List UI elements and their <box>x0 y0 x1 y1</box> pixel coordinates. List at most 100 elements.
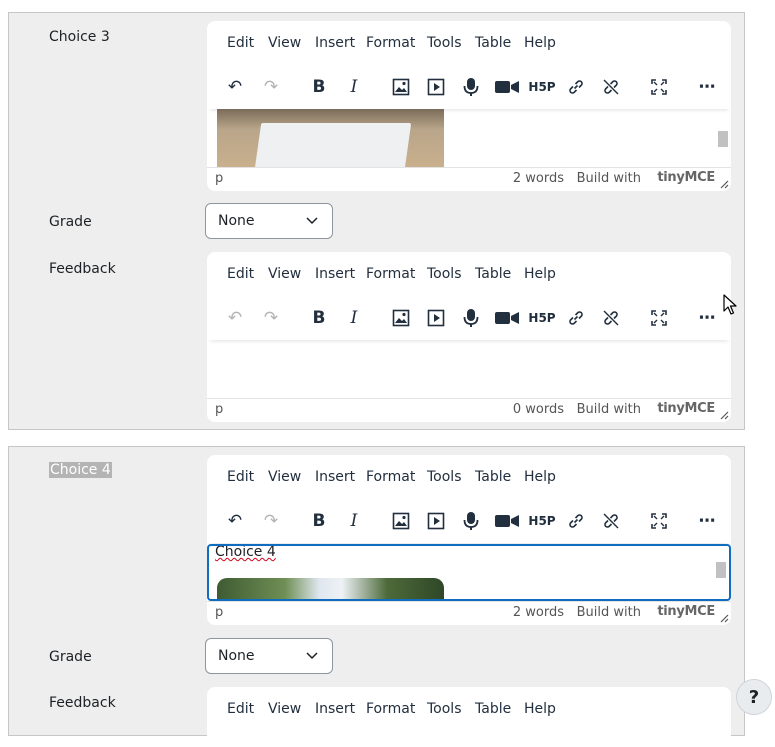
menu-help[interactable]: Help <box>524 469 556 485</box>
image-icon[interactable] <box>391 77 411 97</box>
word-count[interactable]: 0 words <box>513 402 564 417</box>
menu-format[interactable]: Format <box>366 35 415 51</box>
grade-select[interactable]: None <box>205 203 333 239</box>
redo-icon[interactable]: ↷ <box>261 77 281 97</box>
menu-view[interactable]: View <box>268 35 301 51</box>
word-count[interactable]: 2 words <box>513 605 564 620</box>
editor-menubar: Edit View Insert Format Tools Table Help <box>207 687 731 731</box>
menu-table[interactable]: Table <box>475 35 511 51</box>
resize-handle-icon[interactable] <box>720 411 729 420</box>
link-icon[interactable] <box>566 308 586 328</box>
record-video-icon[interactable] <box>494 77 520 97</box>
menu-table[interactable]: Table <box>475 469 511 485</box>
editor-toolbar: ↶ ↷ B I H5P ⋯ <box>207 296 731 340</box>
help-button[interactable]: ? <box>736 679 772 715</box>
menu-tools[interactable]: Tools <box>427 701 462 717</box>
undo-icon[interactable]: ↶ <box>225 511 245 531</box>
menu-insert[interactable]: Insert <box>315 469 355 485</box>
italic-icon[interactable]: I <box>344 77 364 97</box>
italic-icon[interactable]: I <box>344 308 364 328</box>
menu-edit[interactable]: Edit <box>227 701 254 717</box>
italic-icon[interactable]: I <box>344 511 364 531</box>
choice-4-content-area[interactable]: Choice 4 <box>207 544 731 601</box>
menu-edit[interactable]: Edit <box>227 35 254 51</box>
editor-statusbar: p 2 words Build with tinyMCE <box>207 167 731 191</box>
tinymce-logo[interactable]: tinyMCE <box>657 170 715 185</box>
bold-icon[interactable]: B <box>309 308 329 328</box>
menu-format[interactable]: Format <box>366 469 415 485</box>
redo-icon[interactable]: ↷ <box>261 511 281 531</box>
fullscreen-icon[interactable] <box>649 77 669 97</box>
grade-select-value: None <box>218 213 255 229</box>
link-icon[interactable] <box>566 77 586 97</box>
menu-insert[interactable]: Insert <box>315 35 355 51</box>
h5p-icon[interactable]: H5P <box>528 511 555 531</box>
unlink-icon[interactable] <box>601 511 621 531</box>
menu-table[interactable]: Table <box>475 701 511 717</box>
record-audio-icon[interactable] <box>461 511 481 531</box>
bold-icon[interactable]: B <box>309 77 329 97</box>
more-icon[interactable]: ⋯ <box>697 77 717 97</box>
bold-icon[interactable]: B <box>309 511 329 531</box>
grade-select[interactable]: None <box>205 638 333 674</box>
menu-edit[interactable]: Edit <box>227 266 254 282</box>
menu-tools[interactable]: Tools <box>427 35 462 51</box>
record-video-icon[interactable] <box>494 308 520 328</box>
image-icon[interactable] <box>391 308 411 328</box>
redo-icon[interactable]: ↷ <box>261 308 281 328</box>
menu-format[interactable]: Format <box>366 701 415 717</box>
editor-menubar: Edit View Insert Format Tools Table Help <box>207 455 731 499</box>
more-icon[interactable]: ⋯ <box>697 308 717 328</box>
element-path[interactable]: p <box>215 605 223 620</box>
media-icon[interactable] <box>426 77 446 97</box>
feedback-content-area[interactable] <box>207 340 731 398</box>
media-icon[interactable] <box>426 511 446 531</box>
unlink-icon[interactable] <box>601 308 621 328</box>
menu-format[interactable]: Format <box>366 266 415 282</box>
editor-statusbar: p 2 words Build with tinyMCE <box>207 601 731 625</box>
menu-help[interactable]: Help <box>524 35 556 51</box>
menu-tools[interactable]: Tools <box>427 469 462 485</box>
menu-view[interactable]: View <box>268 701 301 717</box>
tinymce-logo[interactable]: tinyMCE <box>657 401 715 416</box>
menu-view[interactable]: View <box>268 469 301 485</box>
editor-menubar: Edit View Insert Format Tools Table Help <box>207 252 731 296</box>
undo-icon[interactable]: ↶ <box>225 77 245 97</box>
menu-view[interactable]: View <box>268 266 301 282</box>
link-icon[interactable] <box>566 511 586 531</box>
choice-3-content-area[interactable] <box>207 109 731 167</box>
menu-insert[interactable]: Insert <box>315 701 355 717</box>
menu-tools[interactable]: Tools <box>427 266 462 282</box>
record-audio-icon[interactable] <box>461 77 481 97</box>
image-icon[interactable] <box>391 511 411 531</box>
content-scrollbar[interactable] <box>714 109 731 167</box>
media-icon[interactable] <box>426 308 446 328</box>
record-video-icon[interactable] <box>494 511 520 531</box>
chevron-down-icon <box>306 652 318 660</box>
choice-4-editor: Edit View Insert Format Tools Table Help… <box>207 455 731 625</box>
element-path[interactable]: p <box>215 171 223 186</box>
grade-label: Grade <box>49 649 92 665</box>
element-path[interactable]: p <box>215 402 223 417</box>
fullscreen-icon[interactable] <box>649 308 669 328</box>
menu-help[interactable]: Help <box>524 266 556 282</box>
h5p-icon[interactable]: H5P <box>528 77 555 97</box>
unlink-icon[interactable] <box>601 77 621 97</box>
fullscreen-icon[interactable] <box>649 511 669 531</box>
undo-icon[interactable]: ↶ <box>225 308 245 328</box>
editor-toolbar: ↶ ↷ B I H5P ⋯ <box>207 499 731 543</box>
h5p-icon[interactable]: H5P <box>528 308 555 328</box>
record-audio-icon[interactable] <box>461 308 481 328</box>
tinymce-logo[interactable]: tinyMCE <box>657 604 715 619</box>
editor-statusbar: p 0 words Build with tinyMCE <box>207 398 731 422</box>
content-scrollbar[interactable] <box>712 546 729 599</box>
resize-handle-icon[interactable] <box>720 614 729 623</box>
more-icon[interactable]: ⋯ <box>697 511 717 531</box>
menu-edit[interactable]: Edit <box>227 469 254 485</box>
resize-handle-icon[interactable] <box>720 180 729 189</box>
menu-insert[interactable]: Insert <box>315 266 355 282</box>
menu-table[interactable]: Table <box>475 266 511 282</box>
menu-help[interactable]: Help <box>524 701 556 717</box>
word-count[interactable]: 2 words <box>513 171 564 186</box>
editor-menubar: Edit View Insert Format Tools Table Help <box>207 21 731 65</box>
